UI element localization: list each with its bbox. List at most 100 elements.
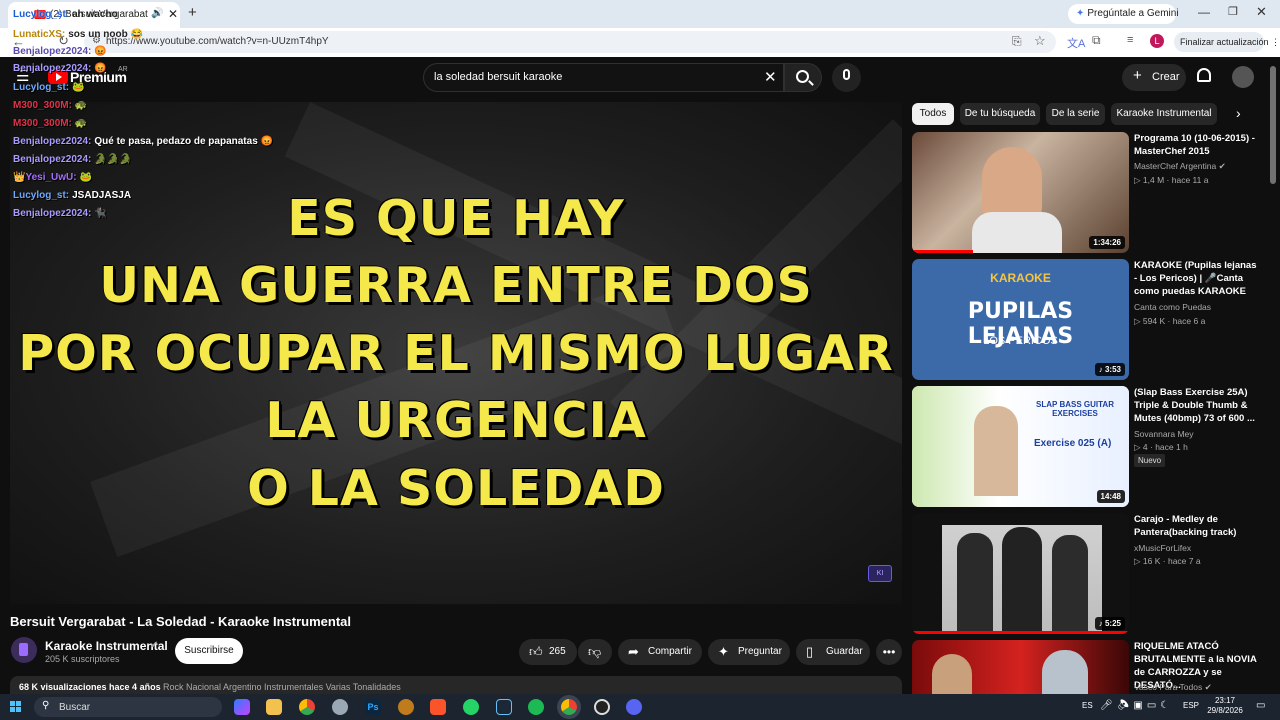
extensions-icon[interactable]: ⧉ [1092, 33, 1101, 48]
chrome-active-icon[interactable] [561, 699, 577, 715]
address-bar[interactable]: ⚙ https://www.youtube.com/watch?v=n-UUzm… [84, 31, 1056, 53]
media-controls-icon[interactable]: ≡ [1127, 34, 1133, 46]
close-window-button[interactable]: ✕ [1256, 4, 1267, 20]
chip-series[interactable]: De la serie [1046, 103, 1105, 125]
chat-username: Benjalopez2024: [13, 208, 92, 219]
account-avatar[interactable] [1232, 66, 1254, 88]
recommendation-title[interactable]: Carajo - Medley de Pantera(backing track… [1134, 513, 1262, 539]
video-thumbnail[interactable]: 1:34:26 [912, 132, 1129, 253]
recommendation-channel[interactable]: Vasco Para Todos ✔ [1134, 682, 1212, 693]
app-icon[interactable] [594, 699, 610, 715]
gemini-spark-icon: ✦ [1076, 8, 1085, 19]
subscribe-button[interactable]: Suscribirse [175, 638, 243, 664]
thumbnail-text: Exercise 025 (A) [1034, 438, 1112, 449]
video-thumbnail[interactable]: ♪ 5:25 [912, 513, 1129, 634]
notifications-bell-icon[interactable] [1197, 68, 1211, 82]
chat-text: 😡 [94, 46, 107, 57]
new-tab-button[interactable]: + [188, 4, 197, 21]
chat-username: Benjalopez2024: [13, 154, 92, 165]
channel-watermark-icon[interactable]: KI [868, 565, 892, 582]
like-button[interactable]: 👍︎ 265 [519, 639, 577, 665]
chrome-icon[interactable] [299, 699, 315, 715]
search-button[interactable] [784, 63, 822, 92]
chat-text: 🐸 [79, 172, 93, 183]
recommendation-channel[interactable]: xMusicForLifex [1134, 543, 1191, 553]
chat-username: M300_300M: [13, 118, 72, 129]
recommendation-title[interactable]: (Slap Bass Exercise 25A) Triple & Double… [1134, 386, 1262, 425]
chat-username: Benjalopez2024: [13, 136, 92, 147]
thumbnail-text: LOS PERICOS [983, 335, 1058, 347]
recommendation-channel[interactable]: Sovannara Mey [1134, 429, 1194, 439]
more-actions-button[interactable]: ••• [876, 639, 902, 665]
thumbnail-figure [972, 212, 1062, 253]
video-thumbnail[interactable]: KARAOKE PUPILAS LEJANAS LOS PERICOS ♪ 3:… [912, 259, 1129, 380]
chat-username: 👑Yesi_UwU: [13, 172, 77, 183]
share-button[interactable]: ➦ Compartir [618, 639, 702, 665]
photoshop-icon[interactable]: Ps [365, 699, 381, 715]
video-player[interactable]: ES QUE HAY UNA GUERRA ENTRE DOS POR OCUP… [10, 102, 902, 604]
recommendation-title[interactable]: Programa 10 (10-06-2015) - MasterChef 20… [1134, 132, 1262, 158]
gemini-button[interactable]: ✦ Pregúntale a Gemini [1068, 4, 1179, 24]
chat-message: Benjalopez2024: Qué te pasa, pedazo de pa… [13, 136, 273, 147]
tab-strip: (2) Bersuit Vergarabat - La Soled 🔊 ✕ + … [0, 0, 1280, 28]
sparkle-icon: ✦ [718, 644, 729, 659]
whatsapp-icon[interactable] [463, 699, 479, 715]
chat-message: Lucylog_st: 🐸 [13, 82, 85, 93]
app-icon[interactable] [332, 699, 348, 715]
chat-message: M300_300M: 🐢 [13, 118, 87, 129]
recommendation-channel[interactable]: Canta como Puedas [1134, 302, 1211, 312]
video-thumbnail[interactable] [912, 640, 1129, 694]
maximize-button[interactable]: ❐ [1228, 5, 1238, 18]
verified-icon: ✔ [1204, 682, 1212, 692]
copilot-icon[interactable] [234, 699, 250, 715]
bookmark-icon: ▯ [806, 644, 814, 659]
translate-icon[interactable]: 文A [1067, 35, 1085, 51]
keyboard-layout[interactable]: ESP [1183, 701, 1199, 710]
speaker-icon[interactable]: 🔊 [151, 8, 163, 19]
chip-all[interactable]: Todos [912, 103, 954, 125]
lyric-line: LA URGENCIA [265, 392, 647, 449]
scrollbar[interactable] [1270, 66, 1276, 184]
brave-icon[interactable] [430, 699, 446, 715]
chat-message: Lucylog_st: ah wacho [13, 9, 118, 20]
video-thumbnail[interactable]: SLAP BASS GUITAR EXERCISES Exercise 025 … [912, 386, 1129, 507]
steam-icon[interactable] [496, 699, 512, 715]
chat-message: Benjalopez2024: 🐈‍⬛ [13, 208, 107, 219]
bookmark-star-icon[interactable]: ☆ [1034, 33, 1046, 49]
file-explorer-icon[interactable] [266, 699, 282, 715]
search-input[interactable]: la soledad bersuit karaoke ✕ [423, 63, 784, 92]
minimize-button[interactable]: — [1198, 5, 1210, 19]
chip-from-search[interactable]: De tu búsqueda [960, 103, 1040, 125]
thumbnail-figure [974, 406, 1018, 496]
browser-toolbar: ← ↻ ⚙ https://www.youtube.com/watch?v=n-… [0, 28, 1280, 57]
close-tab-icon[interactable]: ✕ [168, 7, 178, 21]
channel-avatar[interactable] [11, 637, 37, 663]
duration-badge: 1:34:26 [1089, 236, 1125, 249]
save-button[interactable]: ▯ Guardar [796, 639, 870, 665]
voice-search-button[interactable] [832, 63, 861, 92]
chat-username: Benjalopez2024: [13, 63, 92, 74]
install-app-icon[interactable]: ⎘ [1012, 34, 1022, 49]
tray-icons[interactable]: 🎤︎🔈︎▣▭☾ [1100, 700, 1173, 711]
update-button[interactable]: Finalizar actualización ⋮ [1174, 32, 1280, 52]
recommendation-title[interactable]: KARAOKE (Pupilas lejanas - Los Pericos) … [1134, 259, 1262, 298]
profile-avatar[interactable]: L [1150, 34, 1164, 48]
youtube-header: ☰ Premium AR la soledad bersuit karaoke … [0, 57, 1280, 99]
discord-icon[interactable] [626, 699, 642, 715]
recommendation-channel[interactable]: MasterChef Argentina ✔ [1134, 161, 1226, 172]
chevron-right-icon[interactable]: › [1236, 105, 1241, 121]
clock[interactable]: 23:17 29/8/2026 [1206, 696, 1244, 716]
ask-button[interactable]: ✦ Preguntar [708, 639, 790, 665]
app-icon[interactable] [398, 699, 414, 715]
windows-start-icon[interactable] [10, 701, 22, 713]
dislike-button[interactable]: 👎︎ [578, 639, 612, 665]
taskbar-search[interactable]: ⚲ Buscar [34, 697, 222, 717]
notifications-icon[interactable]: ▭ [1256, 700, 1265, 711]
language-indicator[interactable]: ES [1082, 701, 1093, 710]
clear-search-icon[interactable]: ✕ [764, 68, 777, 86]
new-badge: Nuevo [1134, 454, 1166, 467]
chip-karaoke[interactable]: Karaoke Instrumental [1111, 103, 1217, 125]
start-tile [16, 701, 21, 706]
create-button[interactable]: + Crear [1122, 64, 1186, 91]
spotify-icon[interactable] [528, 699, 544, 715]
